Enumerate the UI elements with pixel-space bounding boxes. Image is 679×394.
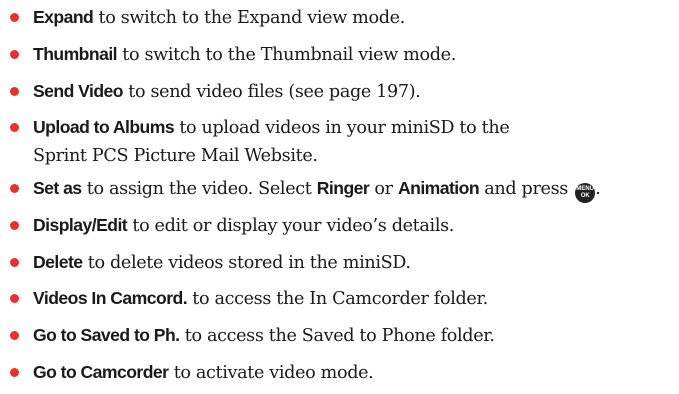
list-item-upload-to-albums: Upload to Albums to upload videos in you…	[0, 113, 510, 170]
key-label-bottom: OK	[580, 193, 590, 199]
key-label-top: MENU	[576, 186, 595, 192]
term-animation: Animation	[397, 178, 480, 198]
list-item-expand: Expand to switch to the Expand view mode…	[0, 3, 405, 32]
bullet-icon	[10, 13, 19, 22]
description-continued: Sprint PCS Picture Mail Website.	[33, 146, 318, 166]
term: Display/Edit	[33, 215, 128, 235]
term: Set as	[33, 178, 82, 198]
description: to switch to the Thumbnail view mode.	[117, 45, 456, 65]
description: to access the In Camcorder folder.	[187, 289, 488, 309]
bullet-icon	[10, 368, 19, 377]
description: to activate video mode.	[168, 363, 374, 383]
list-item-delete: Delete to delete videos stored in the mi…	[0, 248, 411, 277]
bullet-icon	[10, 331, 19, 340]
list-item-thumbnail: Thumbnail to switch to the Thumbnail vie…	[0, 40, 456, 69]
list-item-videos-in-camcord: Videos In Camcord. to access the In Camc…	[0, 284, 488, 313]
description: to switch to the Expand view mode.	[93, 8, 405, 28]
term-ringer: Ringer	[316, 178, 370, 198]
description-end: .	[595, 179, 601, 199]
term: Expand	[33, 7, 94, 27]
description: to upload videos in your miniSD to the	[174, 118, 510, 138]
term: Delete	[33, 252, 83, 272]
term: Thumbnail	[33, 44, 118, 64]
list-item-send-video: Send Video to send video files (see page…	[0, 77, 421, 106]
bullet-icon	[10, 294, 19, 303]
bullet-icon	[10, 87, 19, 96]
description: to send video files (see page 197).	[123, 82, 421, 102]
term: Upload to Albums	[33, 117, 175, 137]
description: to edit or display your video’s details.	[127, 216, 455, 236]
bullet-icon	[10, 123, 19, 132]
description-press: and press	[479, 179, 574, 199]
term: Go to Saved to Ph.	[33, 325, 180, 345]
bullet-icon	[10, 221, 19, 230]
list-item-display-edit: Display/Edit to edit or display your vid…	[0, 211, 454, 240]
bullet-icon	[10, 184, 19, 193]
list-item-set-as: Set as to assign the video. Select Ringe…	[0, 174, 601, 203]
description: to access the Saved to Phone folder.	[179, 326, 495, 346]
list-item-go-to-saved: Go to Saved to Ph. to access the Saved t…	[0, 321, 495, 350]
menu-ok-key-icon: MENU OK	[575, 183, 596, 203]
description: to delete videos stored in the miniSD.	[82, 253, 411, 273]
term: Go to Camcorder	[33, 362, 169, 382]
list-item-go-to-camcorder: Go to Camcorder to activate video mode.	[0, 358, 374, 387]
term: Send Video	[33, 81, 124, 101]
term: Videos In Camcord.	[33, 288, 188, 308]
bullet-icon	[10, 258, 19, 267]
description: to assign the video. Select	[81, 179, 317, 199]
bullet-icon	[10, 50, 19, 59]
description-or: or	[369, 179, 398, 199]
